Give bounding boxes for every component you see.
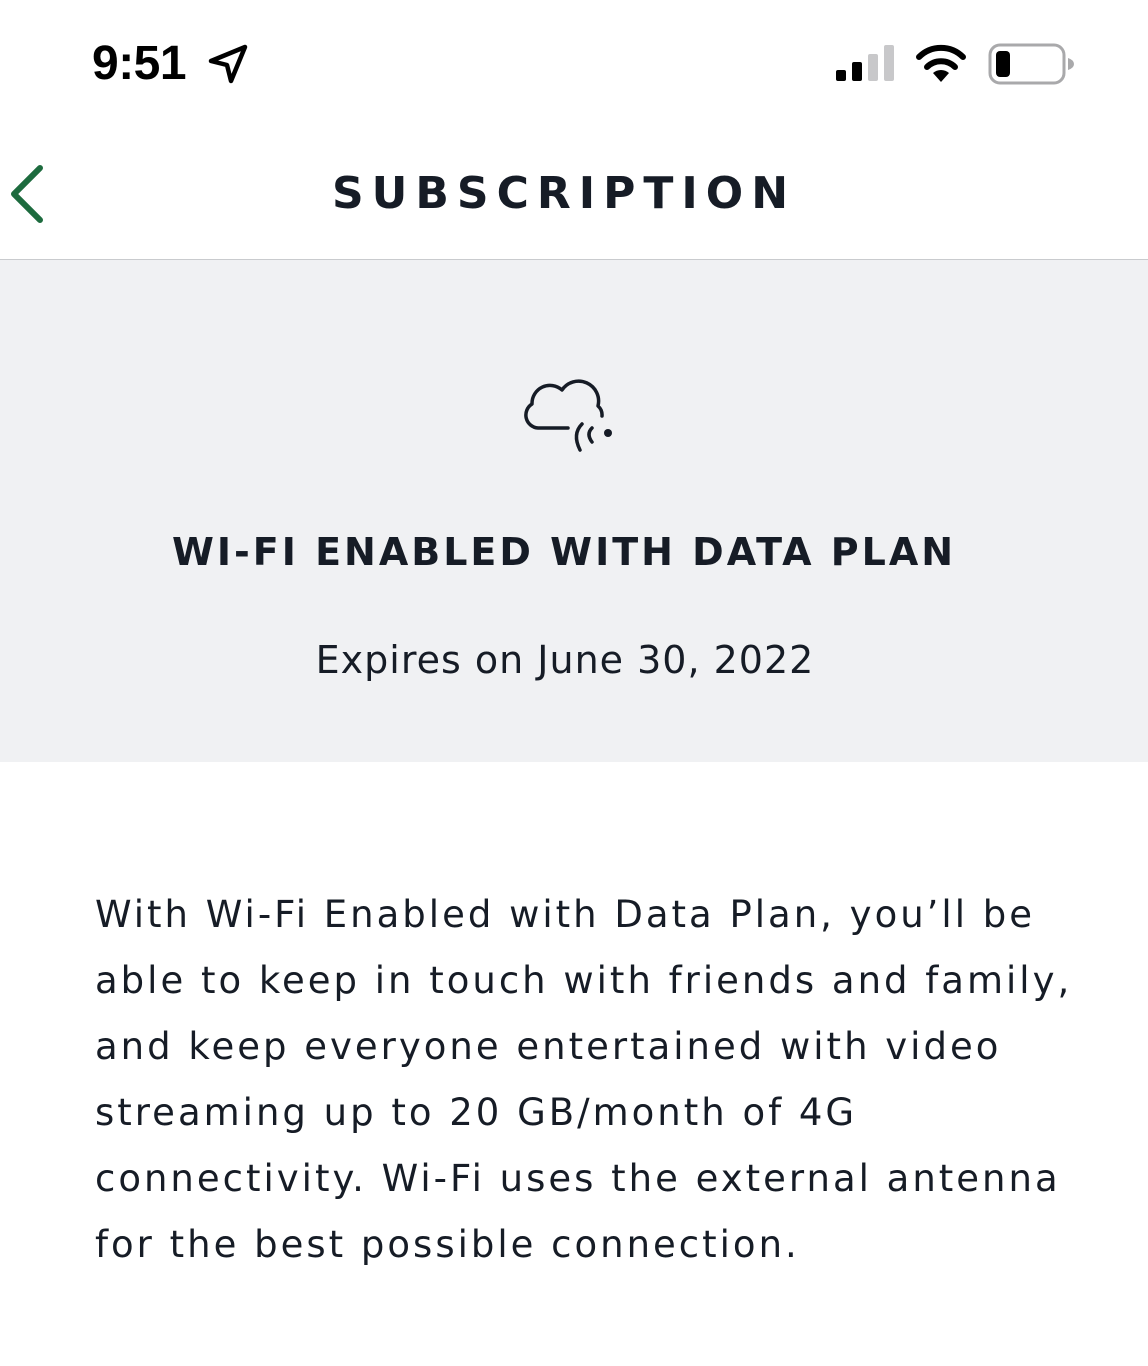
cloud-wireless-icon (518, 376, 618, 460)
battery-icon (988, 42, 1076, 86)
location-arrow-icon (206, 42, 250, 86)
navigation-bar: SUBSCRIPTION (0, 130, 1148, 260)
status-time: 9:51 (92, 37, 187, 90)
page-title: SUBSCRIPTION (331, 168, 797, 219)
wifi-icon (914, 42, 968, 84)
plan-expiry-date: Expires on June 30, 2022 (315, 638, 815, 682)
status-bar: 9:51 (0, 0, 1148, 130)
cellular-signal-icon (836, 44, 896, 82)
plan-summary-card: WI-FI ENABLED WITH DATA PLAN Expires on … (0, 260, 1148, 762)
plan-description: With Wi-Fi Enabled with Data Plan, you’l… (95, 893, 1073, 1266)
plan-name: WI-FI ENABLED WITH DATA PLAN (171, 530, 957, 574)
